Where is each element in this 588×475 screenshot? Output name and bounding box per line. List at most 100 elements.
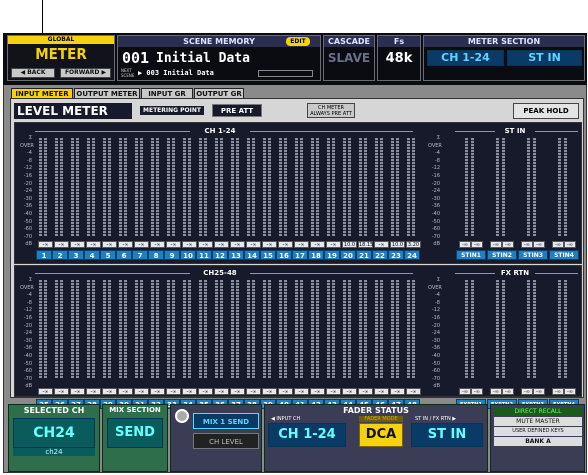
ch25-48-meter bbox=[407, 280, 410, 378]
st-in-channel-label[interactable]: STIN3 bbox=[518, 250, 548, 260]
ch1-24-channel-label[interactable]: 2 bbox=[52, 250, 68, 260]
ch25-48-value: -∞ bbox=[310, 388, 325, 395]
ch1-24-channel-label[interactable]: 16 bbox=[276, 250, 292, 260]
ch1-24-channel-label[interactable]: 3 bbox=[68, 250, 84, 260]
ch25-48-meter bbox=[268, 280, 271, 378]
direct-recall-button[interactable]: DIRECT RECALL bbox=[494, 407, 582, 416]
ch1-24-meter bbox=[103, 138, 106, 236]
ch1-24-channel-label[interactable]: 23 bbox=[388, 250, 404, 260]
ch1-24-channel-label[interactable]: 15 bbox=[260, 250, 276, 260]
next-scene-bar bbox=[258, 70, 313, 77]
ch1-24-meter bbox=[220, 138, 223, 236]
ch1-24-channel-label[interactable]: 10 bbox=[180, 250, 196, 260]
ch25-48-meter bbox=[172, 280, 175, 378]
st-in-title: ST IN bbox=[495, 126, 535, 136]
ch25-48-value: -∞ bbox=[182, 388, 197, 395]
ch1-24-channel-label[interactable]: 24 bbox=[404, 250, 420, 260]
ch1-24-meter bbox=[140, 138, 143, 236]
mix-section-box[interactable]: MIX SECTION SEND bbox=[102, 404, 168, 472]
fx-rtn-value: -∞ bbox=[564, 388, 576, 395]
metering-point-button[interactable]: PRE ATT bbox=[212, 104, 262, 117]
ch1-24-channel-label[interactable]: 11 bbox=[196, 250, 212, 260]
forward-button[interactable]: FORWARD ▶ bbox=[60, 68, 111, 78]
ch1-24-channel-label[interactable]: 22 bbox=[372, 250, 388, 260]
meter-scale-label: -60 bbox=[431, 226, 440, 233]
peak-hold-button[interactable]: PEAK HOLD bbox=[513, 103, 579, 119]
ch1-24-value: -∞ bbox=[150, 241, 165, 248]
fs-value: 48k bbox=[385, 51, 413, 66]
user-defined-keys-button[interactable]: USER DEFINED KEYS bbox=[494, 427, 582, 436]
ch25-48-value: -∞ bbox=[54, 388, 69, 395]
ch1-24-value: -∞ bbox=[134, 241, 149, 248]
meter-scale-label: -36 bbox=[431, 345, 440, 352]
ch25-48-value: -∞ bbox=[390, 388, 405, 395]
meter-scale-label: -40 bbox=[23, 211, 32, 217]
meter-scale-label: -50 bbox=[23, 218, 32, 225]
ch1-24-value: -∞ bbox=[230, 241, 245, 248]
ch-meter-button[interactable]: CH METER ALWAYS PRE ATT bbox=[307, 103, 355, 118]
meter-scale-label: -8 bbox=[435, 157, 440, 164]
fader-status-label: FADER STATUS bbox=[343, 406, 409, 415]
meter-section-header: METER SECTION bbox=[424, 36, 584, 47]
ch1-24-meter bbox=[76, 138, 79, 236]
back-button[interactable]: ◀ BACK bbox=[11, 68, 55, 78]
ch25-48-value: -∞ bbox=[358, 388, 373, 395]
ch1-24-channel-label[interactable]: 13 bbox=[228, 250, 244, 260]
ch1-24-channel-label[interactable]: 1 bbox=[36, 250, 52, 260]
mute-master-button[interactable]: MUTE MASTER bbox=[494, 417, 582, 426]
ch1-24-meter bbox=[316, 138, 319, 236]
ch1-24-channel-label[interactable]: 8 bbox=[148, 250, 164, 260]
st-in-channel-label[interactable]: STIN1 bbox=[456, 250, 486, 260]
ch1-24-channel-label[interactable]: 7 bbox=[132, 250, 148, 260]
meter-scale-label: -8 bbox=[27, 299, 32, 306]
ch1-24-meter bbox=[407, 138, 410, 236]
ch1-24-value: -∞ bbox=[86, 241, 101, 248]
ch1-24-meter bbox=[263, 138, 266, 236]
ch25-48-meter bbox=[119, 280, 122, 378]
meter-section-right-button[interactable]: ST IN bbox=[507, 50, 582, 66]
ch1-24-value: 10.0 bbox=[342, 241, 357, 248]
st-in-channel-label[interactable]: STIN2 bbox=[487, 250, 517, 260]
ch1-24-channel-label[interactable]: 17 bbox=[292, 250, 308, 260]
stin-button[interactable]: ST IN bbox=[411, 423, 483, 447]
tab-output-meter[interactable]: OUTPUT METER bbox=[74, 88, 140, 98]
tab-output-gr[interactable]: OUTPUT GR bbox=[194, 88, 244, 98]
ch1-24-channel-label[interactable]: 12 bbox=[212, 250, 228, 260]
st-in-meter bbox=[533, 138, 536, 236]
tab-input-gr[interactable]: INPUT GR bbox=[141, 88, 193, 98]
bank-button[interactable]: BANK A bbox=[494, 437, 582, 446]
ch1-24-channel-label[interactable]: 6 bbox=[116, 250, 132, 260]
mix1-send-button[interactable]: MIX 1 SEND bbox=[193, 413, 259, 429]
ch25-48-meter bbox=[87, 280, 90, 378]
meter-scale-label: -4 bbox=[435, 150, 440, 157]
fader-status-box: FADER STATUS ◀ INPUT CH CH 1-24 FADER MO… bbox=[264, 404, 488, 472]
ch1-24-channel-label[interactable]: 5 bbox=[100, 250, 116, 260]
ch1-24-value: -∞ bbox=[246, 241, 261, 248]
ch-level-button[interactable]: CH LEVEL bbox=[193, 433, 259, 449]
ch1-24-channel-label[interactable]: 20 bbox=[340, 250, 356, 260]
selected-ch-box[interactable]: SELECTED CH CH24 ch24 bbox=[8, 404, 100, 472]
ch1-24-channel-label[interactable]: 19 bbox=[324, 250, 340, 260]
meter-section-left-button[interactable]: CH 1-24 bbox=[427, 50, 504, 66]
scene-memory-box[interactable]: SCENE MEMORY EDIT 001 Initial Data NEXT … bbox=[117, 35, 321, 81]
ch1-24-channel-label[interactable]: 21 bbox=[356, 250, 372, 260]
meter-scale-label: OVER bbox=[20, 284, 34, 291]
meter-scale-label: -70 bbox=[431, 233, 440, 240]
st-in-channel-label[interactable]: STIN4 bbox=[549, 250, 579, 260]
meter-scale-label: Σ bbox=[436, 135, 440, 141]
ch1-24-channel-label[interactable]: 14 bbox=[244, 250, 260, 260]
meter-scale-label: -16 bbox=[23, 315, 32, 321]
ch1-24-meter bbox=[380, 138, 383, 236]
ch1-24-value: -∞ bbox=[294, 241, 309, 248]
ch1-24-meter bbox=[119, 138, 122, 236]
ch25-48-meter bbox=[343, 280, 346, 378]
ch1-24-channel-label[interactable]: 18 bbox=[308, 250, 324, 260]
ch1-24-channel-label[interactable]: 9 bbox=[164, 250, 180, 260]
ch1-24-channel-label[interactable]: 4 bbox=[84, 250, 100, 260]
st-in-value: -∞ bbox=[533, 241, 545, 248]
user-keys-box: DIRECT RECALL MUTE MASTER USER DEFINED K… bbox=[490, 404, 585, 472]
tab-input-meter[interactable]: INPUT METER bbox=[11, 88, 73, 98]
fx-rtn-value: -∞ bbox=[471, 388, 483, 395]
ch1-24-meter bbox=[412, 138, 415, 236]
input-ch-button[interactable]: CH 1-24 bbox=[268, 423, 346, 447]
